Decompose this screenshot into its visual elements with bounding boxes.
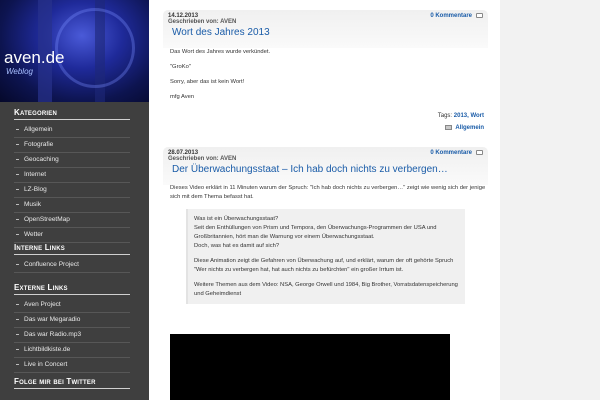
widget-title: Externe Links [14, 283, 130, 295]
widget-title: Interne Links [14, 243, 130, 255]
category-link[interactable]: Allgemein [455, 125, 484, 131]
internal-links-widget: Interne Links Confluence Project [14, 243, 130, 273]
category-link[interactable]: Wetter [14, 228, 130, 243]
tag-links[interactable]: 2013, Wort [454, 113, 484, 119]
category-link[interactable]: OpenStreetMap [14, 213, 130, 228]
external-link[interactable]: Live in Concert [14, 358, 130, 373]
comment-icon[interactable] [476, 150, 483, 155]
category-link[interactable]: Musik [14, 198, 130, 213]
sidebar: aven.de Weblog Kategorien Allgemein Foto… [0, 0, 149, 400]
post-paragraph: Das Wort des Jahres wurde verkündet. [170, 49, 271, 55]
twitter-widget: Folge mir bei Twitter twitter [14, 377, 130, 400]
external-link[interactable]: Das war Megaradio [14, 313, 130, 328]
external-link[interactable]: Das war Radio.mp3 [14, 328, 130, 343]
right-background [500, 0, 600, 400]
post-category: Allgemein [445, 125, 484, 131]
external-link[interactable]: Aven Project [14, 298, 130, 313]
post-paragraph: Dieses Video erklärt in 11 Minuten warum… [170, 185, 486, 200]
video-embed[interactable] [170, 334, 450, 400]
quote-line: Seit den Enthüllungen von Prism und Temp… [194, 225, 437, 240]
comments-link[interactable]: 0 Kommentare [430, 150, 472, 156]
categories-widget: Kategorien Allgemein Fotografie Geocachi… [14, 108, 130, 243]
category-link[interactable]: Internet [14, 168, 130, 183]
post-title[interactable]: Der Überwachungsstaat – Ich hab doch nic… [172, 164, 448, 175]
post-body: Das Wort des Jahres wurde verkündet. "Gr… [170, 48, 470, 108]
header-image-arc [55, 8, 135, 88]
post-title[interactable]: Wort des Jahres 2013 [172, 27, 270, 38]
quote-line: Was ist ein Überwachungsstaat? [194, 216, 279, 222]
site-header: aven.de Weblog [0, 0, 149, 102]
post-author: Geschrieben von: AVEN [168, 156, 237, 162]
post-header: 28.07.2013 Geschrieben von: AVEN 0 Komme… [163, 147, 488, 185]
quote-line: Weitere Themen aus dem Video: NSA, Georg… [194, 282, 458, 297]
site-title[interactable]: aven.de [4, 48, 65, 68]
post-tags: Tags: 2013, Wort [438, 113, 484, 119]
external-link[interactable]: Lichtbildkiste.de [14, 343, 130, 358]
tags-label: Tags: [437, 113, 453, 119]
widget-title: Folge mir bei Twitter [14, 377, 130, 389]
quote-line: Doch, was hat es damit auf sich? [194, 243, 280, 249]
external-links-widget: Externe Links Aven Project Das war Megar… [14, 283, 130, 373]
comments-link[interactable]: 0 Kommentare [430, 13, 472, 19]
site-tagline: Weblog [6, 67, 33, 76]
post-paragraph: Sorry, aber das ist kein Wort! [170, 79, 245, 85]
post-body: Dieses Video erklärt in 11 Minuten warum… [170, 184, 490, 208]
post-paragraph: mfg Aven [170, 94, 195, 100]
category-link[interactable]: LZ-Blog [14, 183, 130, 198]
post-header: 14.12.2013 Geschrieben von: AVEN 0 Komme… [163, 10, 488, 48]
post-author: Geschrieben von: AVEN [168, 19, 237, 25]
category-link[interactable]: Fotografie [14, 138, 130, 153]
post-paragraph: "GroKo" [170, 64, 191, 70]
widget-title: Kategorien [14, 108, 130, 120]
category-link[interactable]: Geocaching [14, 153, 130, 168]
blockquote: Was ist ein Überwachungsstaat? Seit den … [186, 209, 465, 304]
category-link[interactable]: Allgemein [14, 123, 130, 138]
internal-link[interactable]: Confluence Project [14, 258, 130, 273]
comment-icon[interactable] [476, 13, 483, 18]
quote-line: Diese Animation zeigt die Gefahren von Ü… [194, 258, 454, 273]
category-icon [445, 125, 453, 130]
